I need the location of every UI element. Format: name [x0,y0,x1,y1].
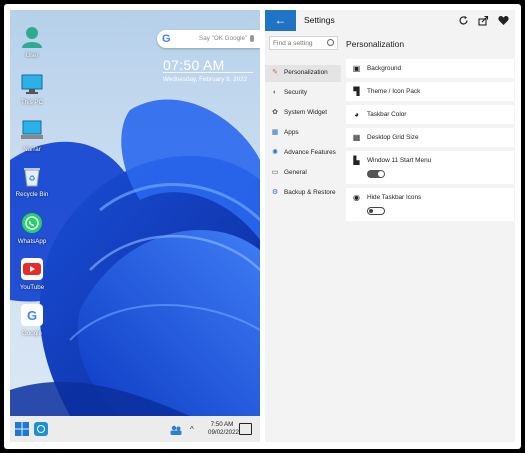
desktop-icon-this-pc[interactable]: This PC [10,73,54,106]
eye-off-icon: ◉ [353,193,360,202]
nav-item-personalization[interactable]: ✎ Personalization [265,65,341,82]
svg-text:♻: ♻ [28,174,35,183]
recycle-bin-icon: ♻ [24,168,40,187]
notification-icon[interactable] [239,423,252,435]
apps-icon: ▦ [271,129,279,136]
gear-icon: ⚙ [271,189,279,196]
paint-roller-icon: ▜ [353,87,360,96]
start-menu-icon: ▙ [353,156,360,165]
desktop-icon-network[interactable]: Narrar [10,120,54,153]
refresh-icon[interactable] [458,15,469,26]
brush-icon: ✎ [272,69,278,76]
desktop-icon-label: Google [22,330,42,337]
shield-icon: ◐ [272,89,278,96]
nav-item-label: Backup & Restore [284,189,336,196]
nav-item-label: Personalization [284,69,328,76]
desktop-icon-label: WhatsApp [17,238,47,245]
google-g-icon: G [162,33,171,45]
setting-row-start-menu[interactable]: ▙ Window 11 Start Menu [346,151,514,184]
find-setting-input[interactable] [273,39,325,48]
section-title: Personalization [346,39,405,49]
desktop-icon-label: Recycle Bin [15,191,49,198]
google-search-widget[interactable]: G Say "OK Google" [157,30,260,48]
setting-row-taskbar-color[interactable]: ◕ Taskbar Color [346,105,514,124]
settings-panel: ← Settings ✎ Personalization ◐ Security … [265,10,515,442]
nav-item-backup-restore[interactable]: ⚙ Backup & Restore [265,185,341,202]
settings-content: Personalization ▣ Background ▜ Theme / I… [343,31,515,442]
setting-label: Window 11 Start Menu [367,157,432,164]
setting-row-theme[interactable]: ▜ Theme / Icon Pack [346,82,514,101]
setting-label: Theme / Icon Pack [367,88,421,95]
palette-icon: ◕ [354,110,359,119]
taskbar-time: 7:50 AM [210,421,234,428]
search-hint: Say "OK Google" [199,35,248,42]
windows-start-icon[interactable] [15,422,29,436]
setting-row-hide-taskbar-icons[interactable]: ◉ Hide Taskbar Icons [346,188,514,221]
widget-icon: ✿ [272,109,278,116]
nav-item-apps[interactable]: ▦ Apps [265,125,341,142]
grid-icon: ▦ [352,133,361,142]
desktop-icon-whatsapp[interactable]: WhatsApp [10,212,54,245]
launcher-desktop: User This PC Narrar ♻ Recycle Bin WhatsA… [10,10,260,442]
search-circle-icon[interactable] [34,422,48,436]
setting-label: Desktop Grid Size [367,134,419,141]
image-icon: ▣ [352,64,361,73]
desktop-icon-label: YouTube [19,284,45,291]
desktop-icon-youtube[interactable]: YouTube [10,258,54,291]
tray-chevron-icon[interactable]: ^ [190,425,194,434]
desktop-icon-label: User [25,52,39,59]
nav-item-advance-features[interactable]: ✺ Advance Features [265,145,341,162]
mic-icon[interactable] [250,35,254,42]
whatsapp-icon [22,213,42,233]
nav-item-system-widget[interactable]: ✿ System Widget [265,105,341,122]
general-icon: ▭ [271,169,279,176]
setting-label: Taskbar Color [367,111,407,118]
desktop-icon-recycle-bin[interactable]: ♻ Recycle Bin [10,165,54,198]
google-icon: G [21,304,43,326]
settings-title: Settings [304,15,335,25]
setting-label: Background [367,65,402,72]
monitor-icon [21,74,43,94]
nav-item-label: Apps [284,129,299,136]
nav-item-general[interactable]: ▭ General [265,165,341,182]
settings-nav: ✎ Personalization ◐ Security ✿ System Wi… [265,31,341,442]
nav-item-label: Advance Features [284,149,336,156]
desktop-icon-label: Narrar [23,146,41,153]
hide-taskbar-icons-toggle[interactable] [367,207,385,215]
people-icon[interactable] [170,425,182,435]
advanced-icon: ✺ [272,149,278,156]
setting-label: Hide Taskbar Icons [367,194,422,201]
clock-widget-date: Wednesday, February 9, 2022 [163,76,248,83]
clock-divider [163,72,253,73]
taskbar: ^ 7:50 AM 09/02/2022 [10,416,260,442]
clock-widget-time: 07:50 AM [163,57,225,73]
find-setting-search[interactable] [269,36,338,50]
desktop-icon-user[interactable]: User [10,26,54,59]
back-button[interactable]: ← [265,10,296,31]
setting-row-grid-size[interactable]: ▦ Desktop Grid Size [346,128,514,147]
network-icon [21,120,43,139]
setting-row-background[interactable]: ▣ Background [346,59,514,78]
nav-item-label: Security [284,89,308,96]
taskbar-date: 09/02/2022 [208,429,239,436]
nav-item-label: General [284,169,307,176]
desktop-icon-google[interactable]: G Google [10,304,54,337]
start-menu-toggle[interactable] [367,170,385,178]
desktop-icon-label: This PC [20,99,43,106]
user-icon [22,27,42,48]
nav-item-label: System Widget [284,109,327,116]
svg-text:G: G [27,308,37,323]
taskbar-clock[interactable]: 7:50 AM 09/02/2022 [208,421,239,437]
nav-item-security[interactable]: ◐ Security [265,85,341,102]
search-icon[interactable] [327,39,334,46]
youtube-icon [21,258,43,280]
heart-icon[interactable] [498,15,509,26]
settings-header: ← Settings [265,10,515,31]
share-icon[interactable] [478,15,489,26]
